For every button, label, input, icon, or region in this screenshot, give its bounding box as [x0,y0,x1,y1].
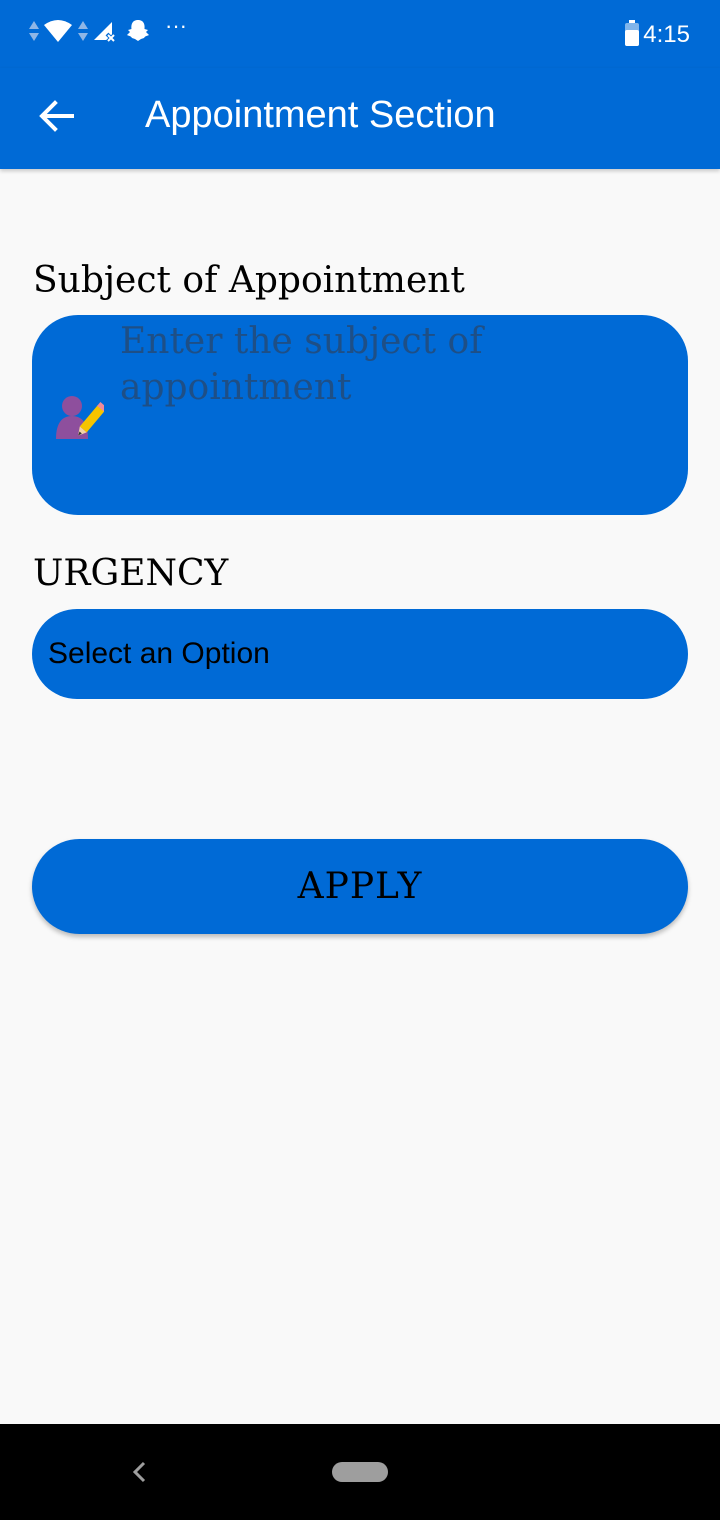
back-button[interactable] [30,92,82,144]
more-notifications-icon: ··· [165,13,187,38]
arrow-back-icon [38,99,74,137]
apply-button-label: APPLY [297,866,423,907]
status-bar: ··· 4:15 [0,0,720,68]
data-arrows-icon [28,19,40,43]
wifi-icon [43,19,73,43]
urgency-label: URGENCY [33,553,229,594]
urgency-selected-value: Select an Option [48,637,270,670]
clock: 4:15 [643,21,690,48]
subject-label: Subject of Appointment [33,260,465,301]
person-pencil-icon [50,389,108,443]
page-title: Appointment Section [145,94,496,136]
apply-button[interactable]: APPLY [32,839,688,934]
subject-field[interactable] [32,315,688,515]
urgency-dropdown[interactable]: Select an Option [32,609,688,699]
battery-icon [625,19,640,51]
status-icons: ··· [28,14,187,48]
data-arrows-icon [77,19,89,43]
system-nav-bar [0,1424,720,1520]
subject-input[interactable] [120,319,660,499]
home-pill-icon[interactable] [332,1462,388,1482]
app-bar: Appointment Section [0,68,720,169]
nav-back-icon[interactable] [124,1454,154,1490]
cell-signal-off-icon [93,19,117,43]
status-right: 4:15 [625,18,690,52]
snapchat-icon [125,18,151,44]
